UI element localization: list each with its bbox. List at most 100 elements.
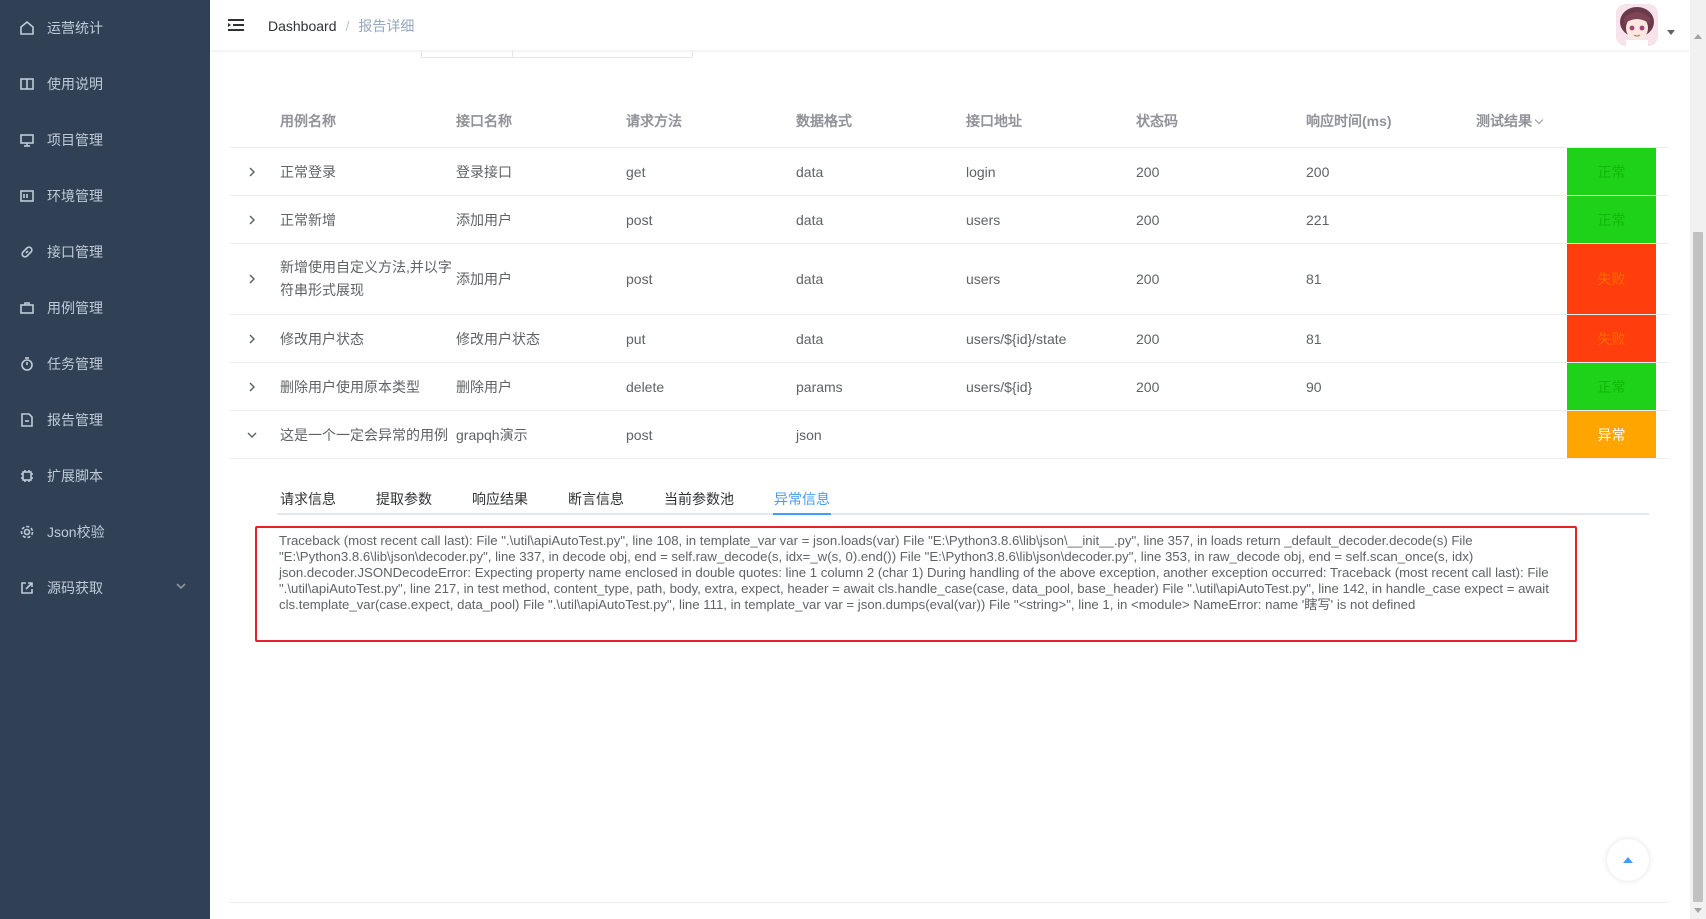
chevron-right-icon[interactable] bbox=[247, 244, 257, 314]
chevron-right-icon[interactable] bbox=[247, 315, 257, 362]
caret-down-icon[interactable] bbox=[1667, 30, 1675, 35]
sidebar-item-scripts[interactable]: 扩展脚本 bbox=[0, 448, 210, 504]
sidebar-item-cases[interactable]: 用例管理 bbox=[0, 280, 210, 336]
cell-case: 正常新增 bbox=[280, 211, 336, 228]
sidebar-item-label: 项目管理 bbox=[47, 132, 103, 148]
box-icon bbox=[19, 188, 35, 204]
book-icon bbox=[19, 76, 35, 92]
share-icon bbox=[19, 580, 35, 596]
chevron-down-icon bbox=[174, 579, 188, 593]
sidebar-item-label: Json校验 bbox=[47, 524, 105, 540]
report-table: 用例名称 接口名称 请求方法 数据格式 接口地址 状态码 响应时间(ms) 测试… bbox=[229, 95, 1669, 459]
avatar[interactable] bbox=[1616, 4, 1658, 46]
table-row-expanded: 这是一个一定会异常的用例 grapqh演示 post json 异常 bbox=[229, 411, 1669, 459]
cell-path: users/${id} bbox=[966, 378, 1033, 395]
sidebar-item-reports[interactable]: 报告管理 bbox=[0, 392, 210, 448]
cell-format: data bbox=[796, 271, 824, 287]
breadcrumb-home[interactable]: Dashboard bbox=[268, 18, 337, 34]
link-icon bbox=[19, 244, 35, 260]
navbar: Dashboard / 报告详细 bbox=[210, 0, 1692, 50]
sidebar-item-json[interactable]: Json校验 bbox=[0, 504, 210, 560]
cell-time: 90 bbox=[1306, 378, 1322, 395]
table-row: 正常新增 添加用户 post data users 200 221 正常 bbox=[229, 196, 1669, 244]
status-badge: 正常 bbox=[1567, 148, 1656, 195]
scroll-down-arrow-icon[interactable] bbox=[1694, 908, 1702, 913]
sidebar-item-tasks[interactable]: 任务管理 bbox=[0, 336, 210, 392]
back-to-top-button[interactable] bbox=[1607, 839, 1649, 881]
cell-code: 200 bbox=[1136, 211, 1160, 228]
filter-box-partial bbox=[421, 50, 693, 58]
cell-method: get bbox=[626, 163, 646, 180]
sidebar-item-label: 环境管理 bbox=[47, 188, 103, 204]
cell-api: 添加用户 bbox=[456, 211, 512, 228]
scrollbar-thumb[interactable] bbox=[1693, 232, 1703, 902]
tab-exception-info[interactable]: 异常信息 bbox=[774, 483, 830, 515]
sidebar-item-label: 使用说明 bbox=[47, 76, 103, 92]
sidebar-item-projects[interactable]: 项目管理 bbox=[0, 112, 210, 168]
status-badge: 正常 bbox=[1567, 363, 1656, 410]
cell-time: 81 bbox=[1306, 271, 1322, 287]
timer-icon bbox=[19, 356, 35, 372]
sidebar: 运营统计 使用说明 项目管理 环境管理 接口管理 用例管理 任务管理 报告管理 … bbox=[0, 0, 210, 919]
column-header: 状态码 bbox=[1136, 113, 1178, 129]
cell-format: data bbox=[796, 163, 824, 180]
cell-method: post bbox=[626, 271, 653, 287]
cell-case: 正常登录 bbox=[280, 163, 336, 180]
sidebar-item-guide[interactable]: 使用说明 bbox=[0, 56, 210, 112]
chevron-right-icon[interactable] bbox=[247, 148, 257, 195]
cell-api: 删除用户 bbox=[456, 378, 512, 395]
cell-method: delete bbox=[626, 378, 665, 395]
scroll-up-arrow-icon[interactable] bbox=[1694, 34, 1702, 39]
sidebar-item-apis[interactable]: 接口管理 bbox=[0, 224, 210, 280]
cell-method: put bbox=[626, 330, 646, 347]
sidebar-item-label: 报告管理 bbox=[47, 412, 103, 428]
cell-time: 221 bbox=[1306, 211, 1330, 228]
cell-format: params bbox=[796, 378, 843, 395]
cell-code: 200 bbox=[1136, 271, 1160, 287]
tab-response[interactable]: 响应结果 bbox=[472, 483, 528, 515]
cell-case: 新增使用自定义方法,并以字符串形式展现 bbox=[280, 259, 452, 298]
scrollbar[interactable] bbox=[1690, 0, 1706, 919]
tab-extract-params[interactable]: 提取参数 bbox=[376, 483, 432, 515]
cell-format: data bbox=[796, 211, 824, 228]
document-icon bbox=[19, 412, 35, 428]
cpu-icon bbox=[19, 468, 35, 484]
breadcrumb-current: 报告详细 bbox=[358, 18, 415, 34]
column-header: 数据格式 bbox=[796, 113, 852, 129]
cell-case: 这是一个一定会异常的用例 bbox=[280, 426, 448, 443]
cell-api: grapqh演示 bbox=[456, 426, 528, 443]
cell-code: 200 bbox=[1136, 330, 1160, 347]
divider bbox=[229, 902, 1669, 903]
monitor-icon bbox=[19, 132, 35, 148]
status-badge: 正常 bbox=[1567, 196, 1656, 243]
home-icon bbox=[19, 20, 35, 36]
tab-request-info[interactable]: 请求信息 bbox=[280, 483, 336, 515]
cell-path: users bbox=[966, 271, 1001, 287]
briefcase-icon bbox=[19, 300, 35, 316]
cell-time: 200 bbox=[1306, 163, 1330, 180]
cell-method: post bbox=[626, 426, 653, 443]
sidebar-item-stats[interactable]: 运营统计 bbox=[0, 0, 210, 56]
cell-format: json bbox=[796, 426, 822, 443]
sidebar-item-source[interactable]: 源码获取 bbox=[0, 560, 210, 616]
chevron-right-icon[interactable] bbox=[247, 363, 257, 410]
column-header-result[interactable]: 测试结果 bbox=[1476, 95, 1544, 148]
hamburger-icon[interactable] bbox=[226, 15, 246, 35]
table-row: 正常登录 登录接口 get data login 200 200 正常 bbox=[229, 148, 1669, 196]
cell-api: 添加用户 bbox=[456, 271, 512, 287]
tab-assertions[interactable]: 断言信息 bbox=[568, 483, 624, 515]
column-header: 用例名称 bbox=[280, 113, 336, 129]
cell-format: data bbox=[796, 330, 824, 347]
cell-path: users/${id}/state bbox=[966, 330, 1067, 347]
sidebar-item-environments[interactable]: 环境管理 bbox=[0, 168, 210, 224]
sidebar-item-label: 运营统计 bbox=[47, 20, 103, 36]
chevron-down-icon[interactable] bbox=[247, 411, 257, 458]
sidebar-item-label: 扩展脚本 bbox=[47, 468, 103, 484]
table-row: 删除用户使用原本类型 删除用户 delete params users/${id… bbox=[229, 363, 1669, 411]
gear-icon bbox=[19, 524, 35, 540]
tab-param-pool[interactable]: 当前参数池 bbox=[664, 483, 734, 515]
chevron-right-icon[interactable] bbox=[247, 196, 257, 243]
status-badge: 失败 bbox=[1567, 244, 1656, 314]
cell-case: 修改用户状态 bbox=[280, 330, 364, 347]
caret-up-icon bbox=[1623, 857, 1633, 863]
